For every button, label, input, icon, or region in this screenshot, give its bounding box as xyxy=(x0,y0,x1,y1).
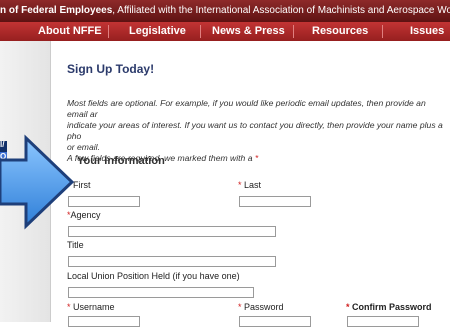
confirm-password-label-text: Confirm Password xyxy=(352,302,432,312)
nav-separator xyxy=(382,25,383,38)
right-arrow-icon xyxy=(0,134,75,230)
nav-separator xyxy=(108,25,109,38)
required-asterisk: * xyxy=(238,302,242,312)
main-nav: About NFFE Legislative News & Press Reso… xyxy=(0,22,450,42)
title-label: Title xyxy=(67,240,84,250)
required-asterisk: * xyxy=(254,153,259,163)
password-label-text: Password xyxy=(244,302,284,312)
title-field[interactable] xyxy=(68,256,276,267)
username-label: * Username xyxy=(67,302,115,312)
nav-item-news-press[interactable]: News & Press xyxy=(212,22,285,41)
password-label: * Password xyxy=(238,302,284,312)
intro-line: indicate your areas of interest. If you … xyxy=(67,120,443,141)
username-label-text: Username xyxy=(73,302,115,312)
confirm-password-label: * Confirm Password xyxy=(346,302,432,312)
section-heading: Your Information xyxy=(77,155,165,167)
signup-panel: Sign Up Today! Most fields are optional.… xyxy=(50,41,450,327)
intro-line: or email. xyxy=(67,142,100,152)
nav-item-resources[interactable]: Resources xyxy=(312,22,368,41)
required-asterisk: * xyxy=(346,302,350,312)
local-union-label: Local Union Position Held (if you have o… xyxy=(67,271,240,281)
nav-item-issues[interactable]: Issues xyxy=(410,22,444,41)
nav-separator xyxy=(293,25,294,38)
page-title: Sign Up Today! xyxy=(67,62,155,76)
site-banner: n of Federal Employees, Affiliated with … xyxy=(0,0,450,22)
required-asterisk: * xyxy=(67,302,71,312)
intro-line: Most fields are optional. For example, i… xyxy=(67,98,426,119)
nav-item-about-nffe[interactable]: About NFFE xyxy=(38,22,102,41)
local-union-field[interactable] xyxy=(68,287,254,298)
nav-item-legislative[interactable]: Legislative xyxy=(129,22,186,41)
last-name-label-text: Last xyxy=(244,180,262,190)
agency-field[interactable] xyxy=(68,226,276,237)
required-asterisk: * xyxy=(238,180,242,190)
nav-separator xyxy=(200,25,201,38)
banner-org-name: n of Federal Employees xyxy=(0,5,113,16)
last-name-field[interactable] xyxy=(239,196,311,207)
last-name-label: * Last xyxy=(238,180,261,190)
banner-affiliation: , Affiliated with the International Asso… xyxy=(112,5,450,16)
